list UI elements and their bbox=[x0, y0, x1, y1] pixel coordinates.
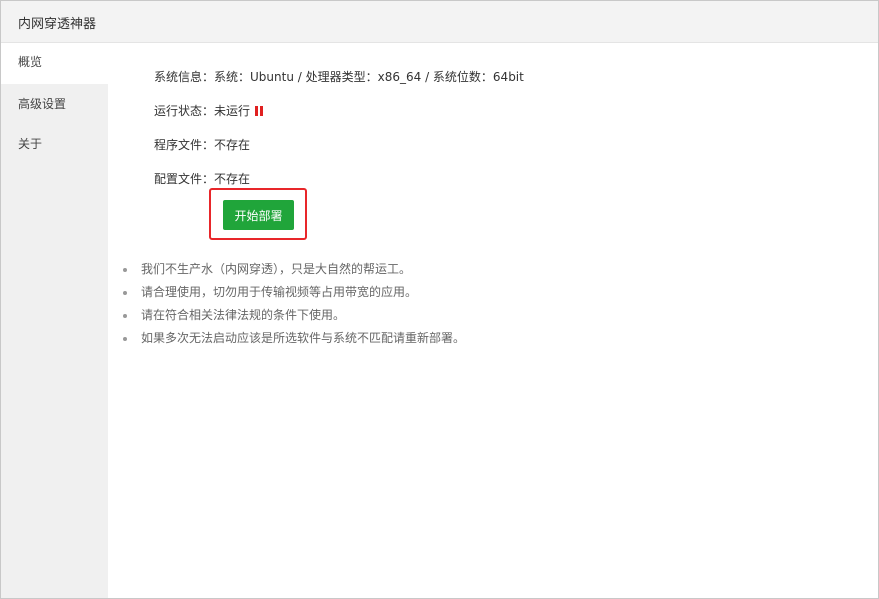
run-status-label: 运行状态： bbox=[154, 104, 215, 118]
list-item: 请在符合相关法律法规的条件下使用。 bbox=[121, 304, 465, 327]
window-title: 内网穿透神器 bbox=[18, 17, 97, 32]
bullet-icon bbox=[123, 291, 127, 295]
overview-panel: 系统信息：系统：Ubuntu / 处理器类型：x86_64 / 系统位数：64b… bbox=[108, 44, 878, 598]
sidebar-item-overview[interactable]: 概览 bbox=[1, 44, 108, 84]
note-text: 请合理使用，切勿用于传输视频等占用带宽的应用。 bbox=[141, 285, 418, 299]
run-status-value: 未运行 bbox=[214, 104, 251, 118]
bullet-icon bbox=[123, 337, 127, 341]
sidebar: 概览 高级设置 关于 bbox=[1, 44, 108, 598]
bullet-icon bbox=[123, 314, 127, 318]
run-status-row: 运行状态：未运行 bbox=[154, 102, 264, 119]
system-info-row: 系统信息：系统：Ubuntu / 处理器类型：x86_64 / 系统位数：64b… bbox=[154, 68, 524, 85]
system-info-label: 系统信息： bbox=[154, 70, 215, 84]
bullet-icon bbox=[123, 268, 127, 272]
config-file-label: 配置文件： bbox=[154, 172, 215, 186]
program-file-value: 不存在 bbox=[214, 138, 251, 152]
list-item: 请合理使用，切勿用于传输视频等占用带宽的应用。 bbox=[121, 281, 465, 304]
system-info-value: 系统：Ubuntu / 处理器类型：x86_64 / 系统位数：64bit bbox=[214, 70, 524, 84]
config-file-value: 不存在 bbox=[214, 172, 251, 186]
list-item: 如果多次无法启动应该是所选软件与系统不匹配请重新部署。 bbox=[121, 327, 465, 350]
notes-list: 我们不生产水（内网穿透），只是大自然的帮运工。 请合理使用，切勿用于传输视频等占… bbox=[121, 258, 465, 350]
plugin-window: 内网穿透神器 概览 高级设置 关于 系统信息：系统：Ubuntu / 处理器类型… bbox=[0, 0, 879, 599]
list-item: 我们不生产水（内网穿透），只是大自然的帮运工。 bbox=[121, 258, 465, 281]
title-bar: 内网穿透神器 bbox=[1, 1, 878, 43]
program-file-row: 程序文件：不存在 bbox=[154, 136, 250, 153]
start-deploy-button[interactable]: 开始部署 bbox=[223, 200, 294, 230]
note-text: 请在符合相关法律法规的条件下使用。 bbox=[141, 308, 346, 322]
pause-icon bbox=[255, 106, 264, 116]
sidebar-item-advanced-settings[interactable]: 高级设置 bbox=[1, 84, 108, 124]
note-text: 如果多次无法启动应该是所选软件与系统不匹配请重新部署。 bbox=[141, 331, 466, 345]
program-file-label: 程序文件： bbox=[154, 138, 215, 152]
note-text: 我们不生产水（内网穿透），只是大自然的帮运工。 bbox=[141, 262, 412, 276]
config-file-row: 配置文件：不存在 bbox=[154, 170, 250, 187]
sidebar-item-about[interactable]: 关于 bbox=[1, 124, 108, 164]
